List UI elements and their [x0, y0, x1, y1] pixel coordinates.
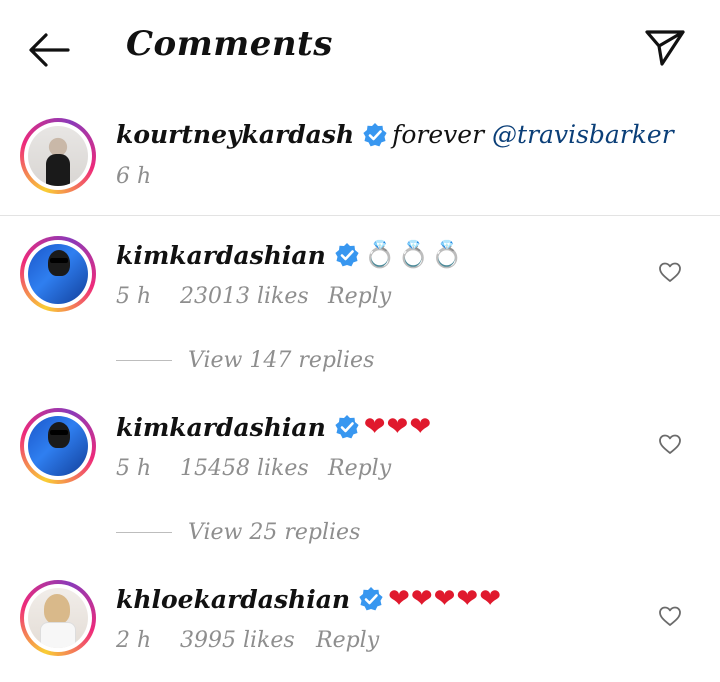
comment-text: 💍💍💍 — [363, 240, 464, 270]
avatar[interactable] — [20, 580, 96, 656]
comment-line: khloekardashian ❤❤❤❤❤ — [116, 584, 502, 614]
comment-item: khloekardashian ❤❤❤❤❤ 2 h 3995 likes Reply — [0, 578, 720, 682]
reply-button[interactable]: Reply — [328, 456, 391, 481]
comment-username[interactable]: khloekardashian — [116, 585, 350, 614]
verified-badge-icon — [363, 122, 387, 146]
avatar-image — [28, 244, 88, 304]
view-replies-label: View 147 replies — [188, 348, 375, 373]
view-replies-divider — [116, 532, 172, 533]
comment-item: kimkardashian ❤❤❤ 5 h 15458 likes Reply Vi… — [0, 406, 720, 556]
comment-time: 2 h — [116, 628, 152, 653]
comment-likes[interactable]: 23013 likes — [180, 284, 328, 309]
caption-line: kourtneykardash forever @travisbarker — [116, 120, 674, 149]
avatar[interactable] — [20, 236, 96, 312]
comment-item: kimkardashian 💍💍💍 5 h 23013 likes Reply Vi… — [0, 234, 720, 384]
reply-button[interactable]: Reply — [316, 628, 379, 653]
avatar-image — [28, 126, 88, 186]
comment-time: 5 h — [116, 284, 152, 309]
verified-badge-icon — [359, 587, 383, 611]
view-replies-label: View 25 replies — [188, 520, 361, 545]
comment-line: kimkardashian ❤❤❤ — [116, 412, 432, 442]
like-heart-icon[interactable] — [658, 604, 682, 628]
comment-username[interactable]: kimkardashian — [116, 241, 326, 270]
like-heart-icon[interactable] — [658, 260, 682, 284]
comment-text: ❤❤❤ — [363, 412, 433, 442]
comment-line: kimkardashian 💍💍💍 — [116, 240, 464, 270]
header-bar: Comments — [0, 0, 720, 96]
back-arrow-icon[interactable] — [26, 30, 72, 70]
caption-mention-link[interactable]: @travisbarker — [492, 120, 674, 149]
send-icon[interactable] — [644, 26, 686, 68]
comment-likes[interactable]: 3995 likes — [180, 628, 316, 653]
comment-meta: 5 h 23013 likes Reply — [116, 284, 391, 309]
caption-username[interactable]: kourtneykardash — [116, 120, 354, 149]
avatar[interactable] — [20, 408, 96, 484]
comment-meta: 2 h 3995 likes Reply — [116, 628, 379, 653]
verified-badge-icon — [335, 243, 359, 267]
page-title: Comments — [126, 24, 333, 64]
comment-meta: 5 h 15458 likes Reply — [116, 456, 391, 481]
reply-button[interactable]: Reply — [328, 284, 391, 309]
comment-username[interactable]: kimkardashian — [116, 413, 326, 442]
like-heart-icon[interactable] — [658, 432, 682, 456]
caption-time: 6 h — [116, 164, 152, 189]
avatar[interactable] — [20, 118, 96, 194]
verified-badge-icon — [335, 415, 359, 439]
view-replies-button[interactable]: View 25 replies — [116, 520, 360, 545]
caption-text: forever — [392, 120, 485, 149]
view-replies-divider — [116, 360, 172, 361]
comment-likes[interactable]: 15458 likes — [180, 456, 328, 481]
avatar-image — [28, 588, 88, 648]
caption-meta: 6 h — [116, 164, 151, 189]
post-caption: kourtneykardash forever @travisbarker 6 … — [0, 100, 720, 216]
avatar-image — [28, 416, 88, 476]
comment-time: 5 h — [116, 456, 152, 481]
comment-text: ❤❤❤❤❤ — [388, 584, 503, 614]
view-replies-button[interactable]: View 147 replies — [116, 348, 374, 373]
